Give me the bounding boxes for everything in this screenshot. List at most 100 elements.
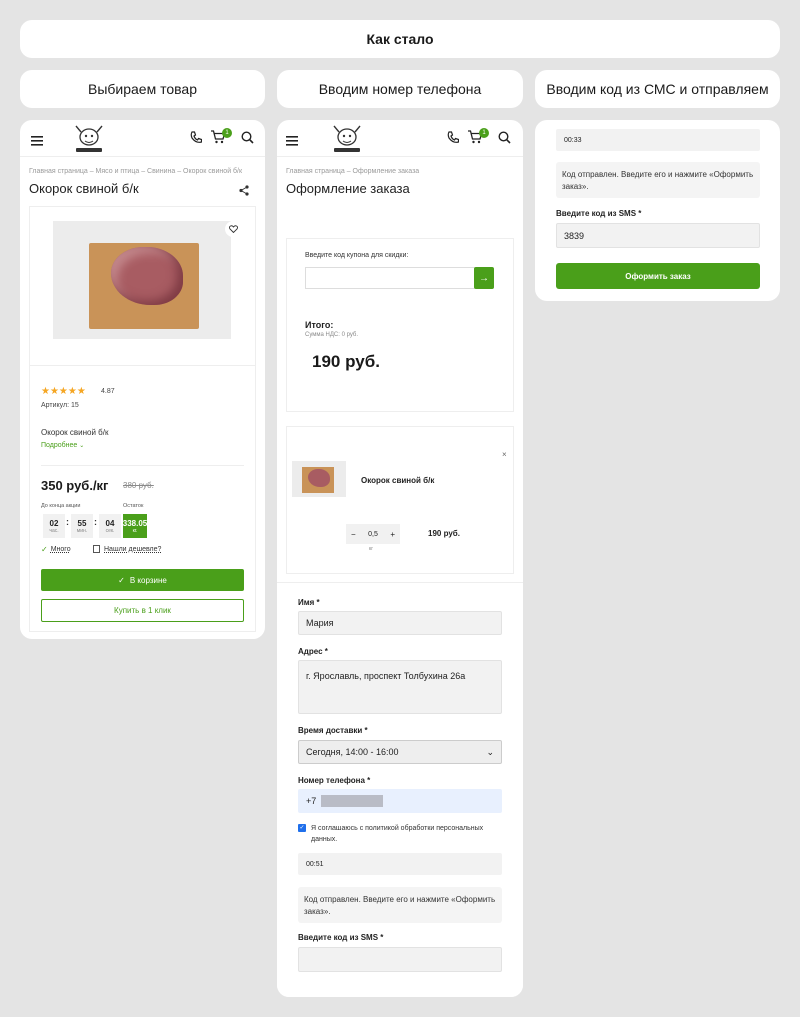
timer-minutes-unit: мин.: [76, 527, 88, 534]
page-title: Оформление заказа: [286, 181, 410, 196]
timer-value: 00:51: [306, 860, 324, 868]
phone-icon[interactable]: [190, 131, 203, 149]
step-1-label: Выбираем товар: [20, 70, 265, 108]
product-image[interactable]: [53, 221, 231, 339]
cart-item: [286, 426, 514, 574]
sms-label: Введите код из SMS *: [556, 209, 642, 218]
timer: 00:33: [556, 129, 760, 151]
menu-icon[interactable]: [286, 133, 298, 146]
address-field[interactable]: г. Ярославль, проспект Толбухина 26а: [298, 660, 502, 714]
in-cart-button[interactable]: ✓ В корзине: [41, 569, 244, 591]
more-link[interactable]: Подробнее ⌄: [41, 442, 84, 449]
cart-count-badge: 1: [222, 128, 232, 138]
timer-seconds-value: 04: [105, 518, 115, 528]
remove-icon[interactable]: ×: [502, 450, 507, 459]
quantity-value[interactable]: 0,5: [368, 531, 378, 538]
cart-count: 1: [482, 130, 486, 136]
favorite-icon[interactable]: [225, 221, 241, 237]
phone-redacted: [321, 795, 384, 807]
stock-label: Остаток: [123, 503, 144, 509]
article: Артикул: 15: [41, 402, 79, 409]
sms-label: Введите код из SMS *: [298, 933, 384, 942]
delivery-label: Время доставки *: [298, 726, 368, 735]
sms-code-input[interactable]: 3839: [556, 223, 760, 248]
stock-badge: 338.05 кг.: [123, 514, 147, 538]
stock-unit: кг.: [132, 527, 138, 534]
sms-card: 00:33 Код отправлен. Введите его и нажми…: [535, 120, 780, 301]
quantity-stepper: − 0,5 +: [346, 524, 400, 544]
phone-icon[interactable]: [447, 131, 460, 149]
cart-item-image[interactable]: [292, 461, 346, 497]
search-icon[interactable]: [241, 131, 254, 149]
sms-code-value: 3839: [564, 230, 585, 241]
step-2-text: Вводим номер телефона: [318, 81, 482, 97]
quantity-unit: кг: [369, 546, 374, 552]
timer-minutes: 55 мин.: [71, 514, 93, 538]
minus-button[interactable]: −: [351, 530, 356, 539]
sent-note: Код отправлен. Введите его и нажмите «Оф…: [298, 887, 502, 923]
name-value: Мария: [306, 618, 334, 628]
sms-code-input[interactable]: [298, 947, 502, 972]
cart-count-badge: 1: [479, 128, 489, 138]
submit-order-button[interactable]: Оформить заказ: [556, 263, 760, 289]
old-price: 380 руб.: [123, 481, 154, 490]
phone-prefix: +7: [306, 796, 317, 806]
availability: ✓ Много: [41, 545, 71, 554]
breadcrumb[interactable]: Главная страница – Мясо и птица – Свинин…: [29, 168, 242, 175]
delivery-select[interactable]: Сегодня, 14:00 - 16:00 ⌄: [298, 740, 502, 764]
cart-item-name[interactable]: Окорок свиной б/к: [361, 476, 434, 485]
checkout-card: 1 Главная страница – Оформление заказа О…: [277, 120, 523, 997]
step-3-label: Вводим код из СМС и отправляем: [535, 70, 780, 108]
one-click-label: Купить в 1 клик: [114, 606, 171, 615]
rating-value: 4.87: [101, 388, 115, 395]
cheaper-link[interactable]: Нашли дешевле?: [93, 545, 161, 553]
coupon-apply-button[interactable]: →: [474, 267, 494, 289]
timer-seconds-unit: сек.: [105, 527, 115, 534]
chevron-down-icon: ⌄: [486, 746, 494, 757]
document-icon: [93, 545, 100, 553]
breadcrumb[interactable]: Главная страница – Оформление заказа: [286, 168, 419, 175]
timer-seconds: 04 сек.: [99, 514, 121, 538]
consent-checkbox[interactable]: ✓: [298, 824, 306, 832]
address-value: г. Ярославль, проспект Толбухина 26а: [306, 671, 466, 681]
rating-stars: ★★★★★: [41, 386, 86, 397]
phone-field[interactable]: +7: [298, 789, 502, 813]
plus-button[interactable]: +: [390, 530, 395, 539]
phone-label: Номер телефона *: [298, 776, 371, 785]
check-icon: ✓: [118, 575, 125, 585]
cart-count: 1: [225, 130, 229, 136]
timer-value: 00:33: [564, 136, 582, 144]
coupon-input[interactable]: [305, 267, 475, 289]
menu-icon[interactable]: [31, 133, 43, 146]
one-click-button[interactable]: Купить в 1 клик: [41, 599, 244, 622]
availability-text: Много: [50, 546, 71, 553]
cart-item-price: 190 руб.: [428, 529, 460, 538]
page-title: Окорок свиной б/к: [29, 181, 139, 196]
check-icon: ✓: [299, 825, 305, 831]
total-label: Итого:: [305, 320, 334, 330]
top-banner: Как стало: [20, 20, 780, 58]
meat: [308, 469, 330, 487]
timer-colon: :: [66, 517, 69, 527]
delivery-value: Сегодня, 14:00 - 16:00: [306, 747, 399, 757]
promo-label: До конца акции: [41, 503, 81, 509]
header-divider: [20, 156, 265, 157]
name-field[interactable]: Мария: [298, 611, 502, 635]
stock-value: 338.05: [123, 518, 147, 528]
timer-hours: 02 час.: [43, 514, 65, 538]
share-icon[interactable]: [239, 183, 249, 201]
total-value: 190 руб.: [312, 352, 380, 371]
step-3-text: Вводим код из СМС и отправляем: [546, 81, 769, 97]
product-card: 1 Главная страница – Мясо и птица – Свин…: [20, 120, 265, 639]
brand-logo[interactable]: [72, 123, 106, 155]
brand-logo[interactable]: [330, 123, 364, 155]
coupon-label: Введите код купона для скидки:: [305, 252, 409, 259]
in-cart-label: В корзине: [129, 575, 167, 585]
step-2-label: Вводим номер телефона: [277, 70, 523, 108]
divider: [41, 465, 244, 466]
step-1-text: Выбираем товар: [87, 81, 197, 97]
more-link-text: Подробнее: [41, 442, 78, 449]
cheaper-text: Нашли дешевле?: [104, 545, 162, 553]
search-icon[interactable]: [498, 131, 511, 149]
banner-title: Как стало: [366, 31, 434, 47]
